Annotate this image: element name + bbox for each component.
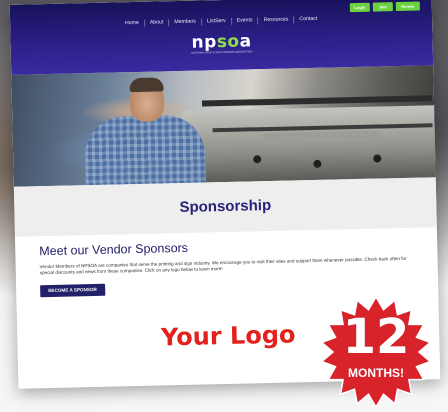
intro-paragraph: Vendor Members of NPSOA are companies th… <box>39 255 407 276</box>
nav-resources[interactable]: Resources <box>258 16 295 25</box>
section-heading: Meet our Vendor Sponsors <box>39 240 189 259</box>
twelve-months-badge: 12 MONTHS! <box>316 296 436 408</box>
become-a-sponsor-button[interactable]: BECOME A SPONSOR <box>40 283 105 298</box>
main-content: Meet our Vendor Sponsors Vendor Members … <box>39 236 412 298</box>
site-header: Login Join Renew Home About Members List… <box>9 0 434 75</box>
renew-button[interactable]: Renew <box>395 1 420 12</box>
main-nav: Home About Members ListServ Events Resou… <box>10 13 432 30</box>
badge-label: MONTHS! <box>348 366 404 380</box>
join-button[interactable]: Join <box>372 2 393 12</box>
npsoa-logo[interactable]: npsoa NATIONAL PRINT & SIGN OWNERS ASSOC… <box>186 31 256 55</box>
login-button[interactable]: Login <box>349 2 370 13</box>
account-buttons: Login Join Renew <box>349 1 420 13</box>
page-title: Sponsorship <box>179 196 272 217</box>
nav-listserv[interactable]: ListServ <box>201 17 232 26</box>
hero-photo <box>11 65 436 187</box>
nav-members[interactable]: Members <box>169 18 203 27</box>
page-title-band: Sponsorship <box>13 177 437 237</box>
nav-home[interactable]: Home <box>119 19 145 28</box>
nav-events[interactable]: Events <box>231 17 259 25</box>
badge-number: 12 <box>342 309 410 365</box>
logo-wordmark: npsoa <box>191 31 252 53</box>
nav-about[interactable]: About <box>144 19 170 27</box>
logo-tagline: NATIONAL PRINT & SIGN OWNERS ASSOCIATION <box>191 50 253 55</box>
nav-contact[interactable]: Contact <box>294 16 322 24</box>
